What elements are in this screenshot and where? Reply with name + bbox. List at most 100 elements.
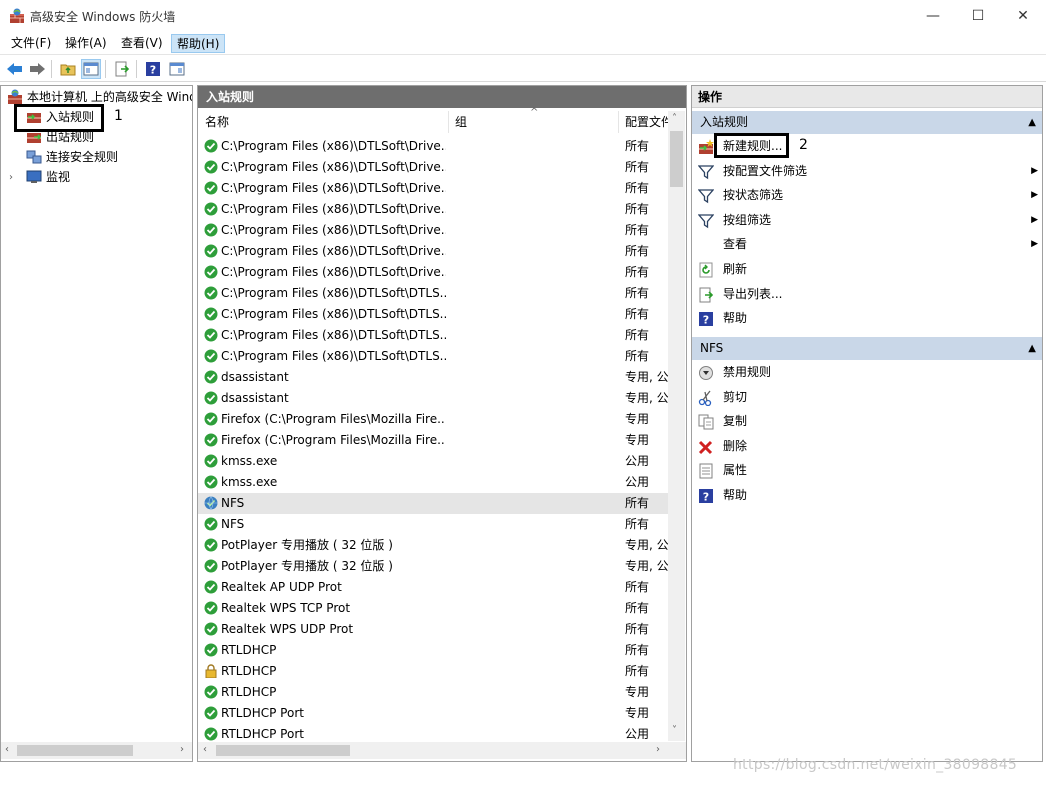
back-button[interactable] — [5, 59, 25, 79]
table-row[interactable]: dsassistant 专用, 公 — [198, 367, 669, 388]
action-item[interactable]: 按组筛选 ▶ — [692, 209, 1042, 232]
up-folder-button[interactable] — [58, 59, 78, 79]
action-pane-icon — [169, 62, 185, 76]
rule-name: C:\Program Files (x86)\DTLSoft\DTLS... — [221, 349, 446, 363]
scrollbar-thumb[interactable] — [670, 131, 683, 187]
allow-rule-icon — [204, 685, 218, 699]
scroll-left-icon[interactable]: ‹ — [5, 744, 9, 755]
tree-item-connection-security[interactable]: 连接安全规则 — [26, 147, 118, 167]
menu-help[interactable]: 帮助(H) — [171, 34, 226, 53]
table-row[interactable]: C:\Program Files (x86)\DTLSoft\Drive... 所… — [198, 262, 668, 283]
action-item[interactable]: 禁用规则 — [692, 361, 1042, 384]
rule-name: C:\Program Files (x86)\DTLSoft\DTLS... — [221, 307, 446, 321]
table-row[interactable]: kmss.exe 公用 — [198, 472, 668, 493]
table-row[interactable]: C:\Program Files (x86)\DTLSoft\Drive... 所… — [198, 136, 668, 157]
tree-item-monitor[interactable]: 监视 — [26, 167, 70, 187]
table-row[interactable]: RTLDHCP Port 专用 — [198, 703, 668, 724]
table-row[interactable]: C:\Program Files (x86)\DTLSoft\Drive... 所… — [198, 178, 668, 199]
scrollbar-thumb[interactable] — [216, 745, 350, 756]
rule-name: Realtek WPS TCP Prot — [221, 601, 351, 615]
table-row[interactable]: dsassistant 专用, 公 — [198, 388, 669, 409]
menu-view[interactable]: 查看(V) — [116, 34, 168, 53]
menu-file[interactable]: 文件(F) — [6, 34, 56, 53]
table-row[interactable]: RTLDHCP 所有 — [198, 640, 668, 661]
table-row[interactable]: Realtek AP UDP Prot 所有 — [198, 577, 668, 598]
rule-profile: 所有 — [625, 181, 650, 195]
action-item[interactable]: 查看 ▶ — [692, 233, 1042, 256]
table-row[interactable]: C:\Program Files (x86)\DTLSoft\DTLS... 所有 — [198, 304, 668, 325]
scroll-left-icon[interactable]: ‹ — [203, 744, 207, 755]
actions-section-nfs[interactable]: NFS ▲ — [692, 337, 1042, 360]
forward-button[interactable] — [27, 59, 47, 79]
rule-name: Firefox (C:\Program Files\Mozilla Fire..… — [221, 412, 446, 426]
scrollbar-thumb[interactable] — [17, 745, 133, 756]
rule-profile: 所有 — [625, 307, 650, 321]
column-group[interactable]: 组 — [455, 111, 467, 133]
table-row[interactable]: kmss.exe 公用 — [198, 451, 668, 472]
scroll-up-icon[interactable]: ˄ — [672, 113, 677, 124]
actions-section-inbound[interactable]: 入站规则 ▲ — [692, 111, 1042, 134]
action-item[interactable]: 刷新 — [692, 258, 1042, 281]
list-vertical-scrollbar[interactable]: ˄ ˅ — [668, 111, 685, 741]
export-button[interactable] — [112, 59, 132, 79]
table-row[interactable]: RTLDHCP 所有 — [198, 661, 668, 682]
action-item[interactable]: 剪切 — [692, 386, 1042, 409]
properties-icon — [698, 463, 714, 479]
table-row[interactable]: PotPlayer 专用播放 ( 32 位版 ) 专用, 公 — [198, 535, 669, 556]
rule-name: NFS — [221, 517, 245, 531]
menu-action[interactable]: 操作(A) — [60, 34, 112, 53]
rule-profile: 专用, 公 — [625, 370, 669, 384]
table-row[interactable]: C:\Program Files (x86)\DTLSoft\Drive... 所… — [198, 199, 668, 220]
rule-profile: 所有 — [625, 139, 650, 153]
table-row[interactable]: C:\Program Files (x86)\DTLSoft\DTLS... 所有 — [198, 325, 668, 346]
action-label: 帮助 — [723, 488, 748, 502]
svg-text:?: ? — [150, 64, 156, 77]
collapse-caret-icon[interactable]: ▲ — [1028, 337, 1036, 360]
sort-ascending-icon: ^ — [530, 107, 539, 118]
close-button[interactable]: ✕ — [1000, 0, 1046, 32]
action-item[interactable]: 导出列表... — [692, 283, 1042, 306]
table-row[interactable]: RTLDHCP 专用 — [198, 682, 668, 703]
minimize-button[interactable]: — — [910, 0, 956, 32]
table-row[interactable]: C:\Program Files (x86)\DTLSoft\DTLS... 所有 — [198, 283, 668, 304]
show-tree-button[interactable] — [81, 59, 101, 79]
filter-icon — [697, 188, 715, 204]
tree-horizontal-scrollbar[interactable]: ‹ › — [1, 742, 192, 759]
action-item[interactable]: ? 帮助 — [692, 307, 1042, 330]
table-row[interactable]: Realtek WPS UDP Prot 所有 — [198, 619, 668, 640]
scroll-right-icon[interactable]: › — [180, 744, 184, 755]
filter-icon — [697, 213, 715, 229]
column-name[interactable]: 名称 — [205, 111, 229, 133]
table-row[interactable]: C:\Program Files (x86)\DTLSoft\Drive... 所… — [198, 220, 668, 241]
maximize-button[interactable]: ☐ — [955, 0, 1001, 32]
scroll-down-icon[interactable]: ˅ — [672, 725, 677, 736]
allow-rule-icon — [204, 307, 218, 321]
collapse-caret-icon[interactable]: ▲ — [1028, 111, 1036, 134]
table-row[interactable]: C:\Program Files (x86)\DTLSoft\DTLS... 所有 — [198, 346, 668, 367]
table-row[interactable]: Realtek WPS TCP Prot 所有 — [198, 598, 668, 619]
table-row[interactable]: NFS 所有 — [198, 493, 668, 514]
table-row[interactable]: Firefox (C:\Program Files\Mozilla Fire..… — [198, 409, 668, 430]
back-arrow-icon — [7, 63, 22, 75]
allow-rule-icon — [204, 181, 218, 195]
table-row[interactable]: PotPlayer 专用播放 ( 32 位版 ) 专用, 公 — [198, 556, 669, 577]
action-item[interactable]: ? 帮助 — [692, 484, 1042, 507]
table-row[interactable]: Firefox (C:\Program Files\Mozilla Fire..… — [198, 430, 668, 451]
action-item[interactable]: 删除 — [692, 435, 1042, 458]
action-item[interactable]: 按状态筛选 ▶ — [692, 184, 1042, 207]
expand-chevron-icon[interactable]: › — [9, 172, 13, 183]
action-item[interactable]: 复制 — [692, 410, 1042, 433]
help-button[interactable]: ? — [143, 59, 163, 79]
list-horizontal-scrollbar[interactable]: ‹ › — [198, 742, 686, 759]
action-item[interactable]: 按配置文件筛选 ▶ — [692, 160, 1042, 183]
table-row[interactable]: C:\Program Files (x86)\DTLSoft\Drive... 所… — [198, 157, 668, 178]
allow-rule-icon — [204, 559, 218, 573]
action-item[interactable]: 属性 — [692, 459, 1042, 482]
table-row[interactable]: NFS 所有 — [198, 514, 668, 535]
action-label: 复制 — [723, 414, 748, 429]
show-action-pane-button[interactable] — [167, 59, 187, 79]
scroll-right-icon[interactable]: › — [656, 744, 660, 755]
column-profile[interactable]: 配置文件 — [625, 111, 669, 133]
new-rule-icon — [698, 139, 714, 155]
table-row[interactable]: C:\Program Files (x86)\DTLSoft\Drive... 所… — [198, 241, 668, 262]
